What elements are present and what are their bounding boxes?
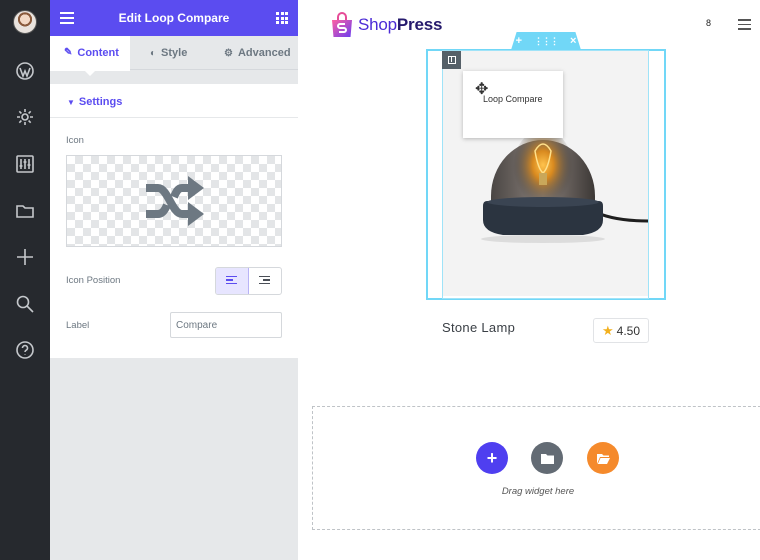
dropzone-hint: Drag widget here	[501, 486, 575, 497]
search-icon[interactable]	[13, 292, 37, 316]
editor-panel: Edit Loop Compare ✎ Content ◐ Style ⚙ Ad…	[50, 0, 298, 560]
help-icon[interactable]	[13, 338, 37, 362]
remove-section-icon[interactable]: ×	[570, 35, 576, 47]
caret-down-icon: ▼	[67, 98, 75, 107]
product-name[interactable]: Stone Lamp	[442, 320, 515, 335]
folder-icon	[540, 453, 554, 464]
page-canvas: ShopPress 8 + ⋮⋮⋮ × ✥ Loop Compare Stone…	[298, 0, 760, 560]
avatar[interactable]	[13, 10, 37, 34]
contrast-icon: ◐	[150, 47, 157, 59]
icon-rail	[0, 0, 50, 560]
star-icon: ★	[601, 322, 614, 338]
cart-count[interactable]: 8	[706, 18, 711, 28]
icon-field-label: Icon	[66, 135, 84, 146]
panel-title: Edit Loop Compare	[118, 11, 230, 25]
section-title: Settings	[78, 96, 123, 108]
active-tab-pointer	[84, 70, 96, 76]
template-library-button[interactable]	[531, 442, 563, 474]
settings-section-header[interactable]: ▼ Settings	[50, 84, 298, 118]
plus-icon[interactable]	[13, 245, 37, 269]
column-handle-icon[interactable]	[442, 51, 461, 69]
logo-text-shop: Shop	[358, 15, 397, 34]
pencil-icon: ✎	[64, 47, 73, 58]
widget-dropzone[interactable]: + Drag widget here	[312, 406, 760, 530]
tab-style[interactable]: ◐ Style	[140, 36, 187, 70]
label-field-label: Label	[66, 320, 90, 331]
icon-position-label: Icon Position	[66, 275, 121, 286]
site-menu-icon[interactable]	[738, 19, 751, 33]
tab-content[interactable]: ✎ Content	[50, 36, 130, 71]
folder-icon[interactable]	[13, 199, 37, 223]
label-input[interactable]	[170, 312, 282, 338]
widgets-grid-icon[interactable]	[276, 12, 288, 24]
widget-tooltip: ✥ Loop Compare	[463, 71, 563, 138]
align-right-icon	[259, 275, 271, 287]
tab-style-label: Style	[161, 47, 188, 59]
shoppress-templates-button[interactable]	[587, 442, 619, 474]
wordpress-icon[interactable]	[13, 59, 37, 83]
tab-content-label: Content	[77, 46, 119, 59]
logo-text-press: Press	[396, 15, 443, 34]
product-rating: ★ 4.50	[593, 318, 649, 343]
open-folder-icon	[596, 453, 610, 464]
tab-advanced[interactable]: ⚙ Advanced	[220, 36, 291, 70]
icon-position-toggle	[215, 267, 282, 295]
align-left-icon	[226, 275, 238, 287]
gear-icon: ⚙	[224, 47, 233, 59]
panel-tabs: ✎ Content ◐ Style ⚙ Advanced	[50, 36, 298, 71]
gear-icon[interactable]	[13, 105, 37, 129]
shoppress-logo: ShopPress	[330, 12, 442, 38]
widget-tooltip-label: Loop Compare	[483, 94, 543, 104]
panel-header: Edit Loop Compare	[50, 0, 298, 36]
section-handle: + ⋮⋮⋮ ×	[511, 32, 581, 50]
add-section-button[interactable]: +	[476, 442, 508, 474]
icon-picker[interactable]	[66, 155, 282, 247]
editor-app: Edit Loop Compare ✎ Content ◐ Style ⚙ Ad…	[0, 0, 760, 560]
tab-advanced-label: Advanced	[237, 47, 291, 59]
add-section-icon[interactable]: +	[516, 35, 522, 47]
align-right-button[interactable]	[249, 268, 282, 294]
shuffle-icon	[146, 176, 204, 226]
drag-section-icon[interactable]: ⋮⋮⋮	[534, 36, 559, 47]
rating-value: 4.50	[616, 323, 640, 338]
sliders-icon[interactable]	[13, 152, 37, 176]
shopping-bag-logo-icon	[332, 12, 352, 37]
align-left-button[interactable]	[216, 268, 249, 294]
settings-body: Icon Icon Position Label Compare	[50, 118, 298, 358]
